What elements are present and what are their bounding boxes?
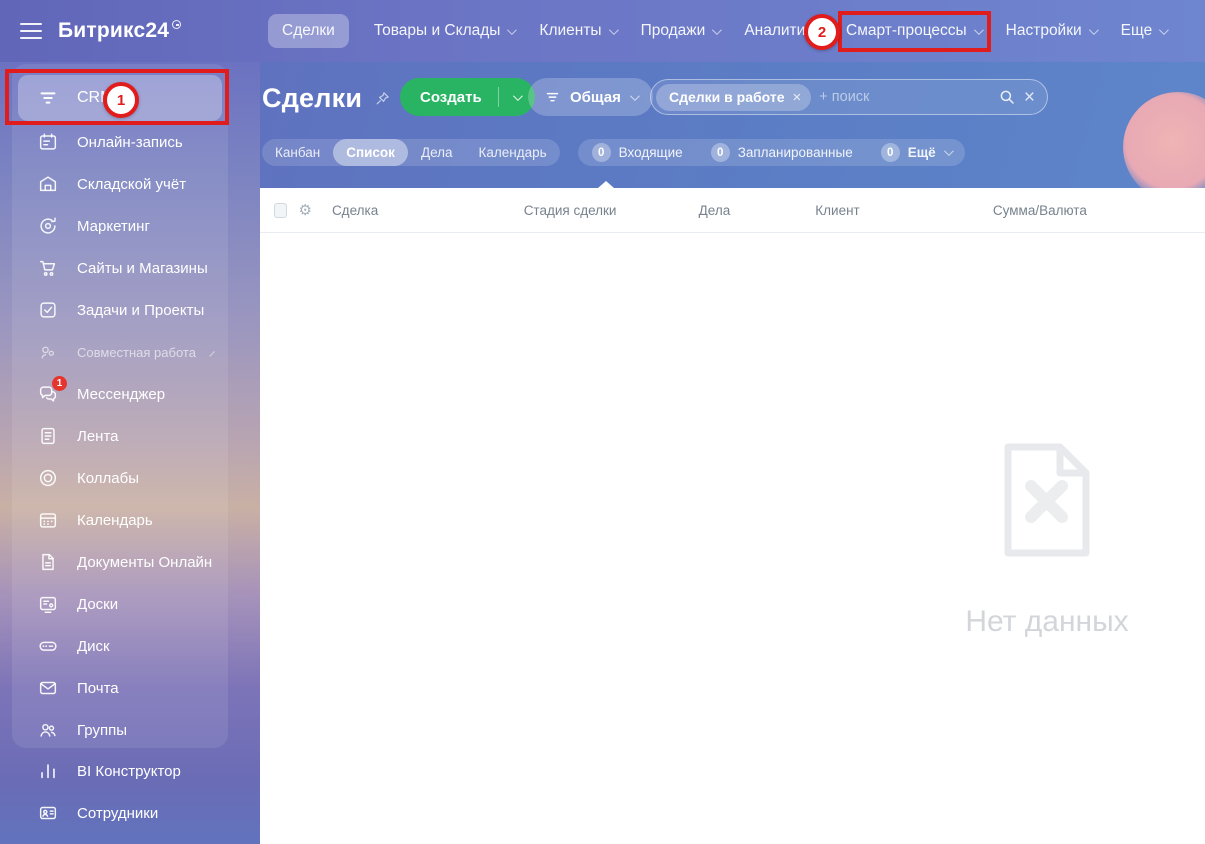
background-blob — [1123, 92, 1205, 202]
counter-incoming[interactable]: 0 Входящие — [578, 143, 697, 162]
counter-planned[interactable]: 0 Запланированные — [697, 143, 867, 162]
view-tab-kanban[interactable]: Канбан — [262, 139, 333, 166]
search-input[interactable]: Сделки в работе × + поиск × — [650, 79, 1048, 115]
sidebar-item-employees[interactable]: Сотрудники — [12, 792, 228, 834]
sidebar-item-disk[interactable]: Диск — [12, 625, 228, 667]
marketing-icon — [36, 214, 60, 238]
chevron-down-icon — [943, 146, 954, 157]
sidebar-item-boards[interactable]: Доски — [12, 583, 228, 625]
sidebar-item-tasks-projects[interactable]: Задачи и Проекты — [12, 289, 228, 331]
view-tab-activities[interactable]: Дела — [408, 139, 466, 166]
collaboration-icon — [36, 340, 60, 364]
groups-icon — [36, 718, 60, 742]
tab-sales[interactable]: Продажи — [641, 22, 723, 40]
empty-state: Нет данных — [927, 443, 1167, 639]
sidebar-item-feed[interactable]: Лента — [12, 415, 228, 457]
boards-icon — [36, 592, 60, 616]
sites-stores-icon — [36, 256, 60, 280]
table-header: ⚙ Сделка Стадия сделки Дела Клиент Сумма… — [260, 188, 1205, 233]
sidebar-section-collaboration[interactable]: Совместная работа — [12, 331, 228, 373]
search-clear-icon[interactable]: × — [1024, 88, 1035, 107]
search-icon[interactable] — [998, 88, 1016, 106]
online-booking-icon — [36, 130, 60, 154]
chevron-up-icon[interactable] — [209, 350, 215, 357]
funnel-icon — [544, 89, 561, 106]
bi-builder-icon — [36, 759, 60, 783]
app-logo[interactable]: Битрикс24 — [58, 19, 182, 43]
mail-icon — [36, 676, 60, 700]
sidebar-item-collabs[interactable]: Коллабы — [12, 457, 228, 499]
counters-panel: 0 Входящие 0 Запланированные 0 Ещё — [577, 139, 965, 166]
select-all-checkbox[interactable] — [274, 202, 288, 218]
sidebar: CRM Онлайн-запись Складской учёт Маркети… — [0, 62, 260, 844]
chevron-down-icon — [513, 90, 524, 101]
sidebar-item-sites-stores[interactable]: Сайты и Магазины — [12, 247, 228, 289]
search-filter-chip[interactable]: Сделки в работе × — [656, 83, 812, 111]
logo-mark-icon — [172, 20, 182, 29]
sidebar-item-groups[interactable]: Группы — [12, 709, 228, 751]
sidebar-item-online-booking[interactable]: Онлайн-запись — [12, 121, 228, 163]
column-header-activities[interactable]: Дела — [699, 203, 816, 218]
column-header-amount[interactable]: Сумма/Валюта — [993, 203, 1205, 218]
chip-remove-icon[interactable]: × — [793, 89, 802, 106]
bitrix24-app: Битрикс24 Сделки Товары и Склады Клиенты… — [0, 0, 1205, 844]
crm-funnel-icon — [36, 86, 60, 110]
sidebar-item-warehouse[interactable]: Складской учёт — [12, 163, 228, 205]
panel-notch — [598, 181, 614, 188]
no-data-document-icon — [1004, 443, 1090, 557]
messenger-unread-badge: 1 — [52, 376, 67, 391]
chevron-down-icon — [507, 24, 518, 35]
topbar: Битрикс24 Сделки Товары и Склады Клиенты… — [0, 0, 1205, 62]
column-header-stage[interactable]: Стадия сделки — [524, 203, 699, 218]
deals-list-panel: ⚙ Сделка Стадия сделки Дела Клиент Сумма… — [260, 181, 1205, 844]
menu-hamburger-icon[interactable] — [20, 23, 42, 39]
annotation-step2-badge: 2 — [804, 14, 841, 50]
messenger-icon: 1 — [36, 376, 67, 406]
tab-settings[interactable]: Настройки — [1006, 22, 1099, 40]
funnel-filter-button[interactable]: Общая — [528, 78, 653, 116]
top-navigation: Сделки Товары и Склады Клиенты Продажи А… — [268, 0, 1170, 62]
chevron-down-icon — [712, 24, 723, 35]
sidebar-item-bi-builder[interactable]: BI Конструктор — [12, 750, 228, 792]
view-tab-list[interactable]: Список — [333, 139, 408, 166]
feed-icon — [36, 424, 60, 448]
warehouse-icon — [36, 172, 60, 196]
column-header-client[interactable]: Клиент — [815, 203, 993, 218]
view-tab-calendar[interactable]: Календарь — [466, 139, 560, 166]
page-title: Сделки — [262, 82, 363, 113]
tab-smart-processes[interactable]: Смарт-процессы 2 — [804, 11, 991, 52]
sidebar-item-calendar[interactable]: Календарь — [12, 499, 228, 541]
search-placeholder: + поиск — [819, 89, 870, 105]
view-switcher: Канбан Список Дела Календарь — [262, 139, 560, 166]
annotation-step1-badge: 1 — [103, 82, 139, 118]
sidebar-item-marketing[interactable]: Маркетинг — [12, 205, 228, 247]
create-button[interactable]: Создать — [400, 78, 535, 116]
chevron-down-icon — [629, 90, 640, 101]
calendar-icon — [36, 508, 60, 532]
docs-online-icon — [36, 550, 60, 574]
empty-state-text: Нет данных — [965, 605, 1129, 638]
disk-icon — [36, 634, 60, 658]
collabs-icon — [36, 466, 60, 490]
tab-clients[interactable]: Клиенты — [539, 22, 619, 40]
tab-deals[interactable]: Сделки — [268, 14, 349, 48]
employees-icon — [36, 801, 60, 825]
gear-icon[interactable]: ⚙ — [298, 201, 311, 219]
sidebar-group-panel: CRM Онлайн-запись Складской учёт Маркети… — [12, 64, 228, 748]
counter-more[interactable]: 0 Ещё — [867, 143, 965, 162]
chevron-down-icon — [973, 24, 984, 35]
tab-products-warehouses[interactable]: Товары и Склады — [374, 22, 518, 40]
pin-icon[interactable] — [374, 90, 391, 107]
column-header-deal[interactable]: Сделка — [332, 203, 524, 218]
sidebar-item-messenger[interactable]: 1 Мессенджер — [12, 373, 228, 415]
main-content: Сделки Создать Общая Сделки в работе × +… — [260, 62, 1205, 844]
sidebar-item-mail[interactable]: Почта — [12, 667, 228, 709]
chevron-down-icon — [608, 24, 619, 35]
chevron-down-icon — [1088, 24, 1099, 35]
tasks-projects-icon — [36, 298, 60, 322]
tab-more[interactable]: Еще — [1121, 22, 1170, 40]
chevron-down-icon — [1159, 24, 1170, 35]
sidebar-item-docs-online[interactable]: Документы Онлайн — [12, 541, 228, 583]
